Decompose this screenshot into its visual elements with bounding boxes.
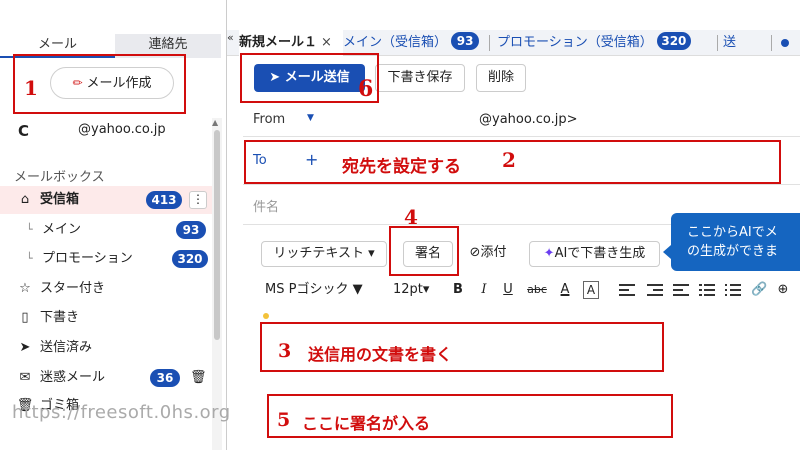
star-icon: ☆: [19, 281, 31, 296]
chevron-down-icon: ▾: [422, 282, 430, 297]
annotation-number-6: 6: [358, 76, 374, 102]
font-family-value: MS Pゴシック: [265, 282, 349, 297]
sidebar-item-inbox[interactable]: ⌂ 受信箱 413 ⋮: [0, 186, 212, 214]
more-options-icon[interactable]: ⋮: [189, 191, 207, 209]
inbox-icon: ⌂: [20, 192, 30, 207]
link-icon[interactable]: 🔗: [751, 280, 767, 300]
draft-icon: ▯: [21, 310, 29, 325]
tab-label: 新規メール１: [239, 35, 318, 50]
tab-label: メイン（受信箱）: [343, 35, 448, 50]
paperclip-icon: ⊘: [469, 245, 481, 260]
ai-draft-button[interactable]: ✦AIで下書き生成: [529, 241, 660, 267]
tab-indicator-dot: [781, 39, 789, 47]
font-size-value: 12pt: [393, 282, 423, 297]
divider: [243, 136, 800, 137]
watermark-url: https://freesoft.0hs.org: [12, 402, 231, 423]
strikethrough-button[interactable]: abc: [525, 280, 549, 300]
sidebar-item-label: 送信済み: [40, 340, 93, 355]
delete-button[interactable]: 削除: [476, 64, 526, 92]
unread-badge: 320: [172, 250, 208, 268]
tab-divider: [717, 35, 718, 51]
tooltip-line: の生成ができま: [687, 244, 779, 259]
tooltip-arrow: [663, 245, 671, 259]
close-icon[interactable]: ×: [321, 35, 332, 50]
spam-icon: ✉: [19, 370, 31, 385]
sparkle-icon: ✦: [543, 246, 555, 261]
annotation-box-4: [389, 226, 459, 276]
sidebar-item-sent[interactable]: ➤ 送信済み: [0, 334, 212, 362]
annotation-number-5: 5: [277, 409, 291, 431]
sidebar-item-label: 受信箱: [40, 192, 80, 207]
chevron-down-icon[interactable]: ▼: [307, 113, 314, 123]
from-address[interactable]: @yahoo.co.jp>: [479, 112, 577, 127]
from-label: From: [253, 112, 286, 127]
bold-button[interactable]: B: [451, 280, 465, 300]
tab-promotion-inbox[interactable]: プロモーション（受信箱） 320: [497, 30, 691, 56]
sidebar-item-main[interactable]: └ メイン 93: [0, 216, 212, 244]
unread-badge: 36: [150, 369, 180, 387]
sidebar-item-label: スター付き: [40, 281, 106, 296]
tooltip-line: ここからAIでメ: [687, 225, 778, 240]
more-format-icon[interactable]: ⊕: [775, 280, 791, 300]
sidebar-item-promotion[interactable]: └ プロモーション 320: [0, 245, 212, 273]
sidebar-item-label: メイン: [42, 222, 82, 237]
tab-divider: [489, 35, 490, 51]
account-address: @yahoo.co.jp: [78, 122, 166, 137]
indent-icon[interactable]: [647, 284, 663, 296]
divider: [243, 184, 800, 185]
underline-button[interactable]: U: [501, 280, 515, 300]
collapse-sidebar-icon[interactable]: «: [227, 27, 239, 49]
tab-label: プロモーション（受信箱）: [497, 35, 653, 50]
chevron-down-icon: ▾: [363, 246, 375, 261]
attach-button[interactable]: ⊘添付: [460, 241, 516, 267]
richtext-mode-dropdown[interactable]: リッチテキスト ▾: [261, 241, 387, 267]
chevron-down-icon: ▼: [348, 282, 363, 297]
sidebar-item-spam[interactable]: ✉ 迷惑メール 36 🗑: [0, 364, 212, 392]
sidebar-scrollbar-thumb[interactable]: [214, 130, 220, 340]
numbered-list-icon[interactable]: [725, 284, 741, 296]
subfolder-icon: └: [26, 252, 33, 265]
annotation-number-2: 2: [502, 148, 516, 172]
bullet-list-icon[interactable]: [699, 284, 715, 296]
annotation-box-1: [13, 54, 186, 114]
sidebar-item-drafts[interactable]: ▯ 下書き: [0, 304, 212, 332]
subfolder-icon: └: [26, 223, 33, 236]
scroll-up-icon[interactable]: ▲: [212, 118, 218, 127]
text-cursor-marker: [263, 313, 269, 319]
tab-sent[interactable]: 送: [723, 30, 736, 56]
italic-button[interactable]: I: [477, 280, 491, 300]
unread-badge: 93: [451, 32, 480, 50]
annotation-number-3: 3: [278, 340, 292, 362]
sidebar-item-label: 迷惑メール: [40, 370, 106, 385]
annotation-text-2: 宛先を設定する: [342, 157, 461, 177]
richtext-label: リッチテキスト: [273, 246, 364, 261]
font-family-dropdown[interactable]: MS Pゴシック ▼: [265, 280, 377, 300]
background-color-button[interactable]: A: [583, 281, 599, 299]
tab-divider: [771, 35, 772, 51]
font-size-dropdown[interactable]: 12pt▾: [393, 280, 435, 300]
save-draft-button[interactable]: 下書き保存: [375, 64, 465, 92]
attach-label: 添付: [480, 245, 507, 260]
send-icon: ➤: [19, 340, 31, 355]
sidebar-item-label: 下書き: [40, 310, 80, 325]
font-color-button[interactable]: A: [557, 280, 573, 300]
outdent-icon[interactable]: [673, 284, 689, 296]
align-left-icon[interactable]: [619, 284, 635, 296]
unread-badge: 320: [656, 32, 691, 50]
subject-input[interactable]: 件名: [253, 196, 279, 215]
annotation-text-3: 送信用の文書を書く: [308, 345, 453, 364]
ai-draft-label: AIで下書き生成: [554, 246, 646, 261]
ai-tooltip: ここからAIでメ の生成ができま: [671, 213, 800, 271]
annotation-text-5: ここに署名が入る: [302, 414, 431, 433]
sidebar-item-label: プロモーション: [42, 251, 133, 266]
unread-badge: 93: [176, 221, 206, 239]
mailbox-heading: メールボックス: [14, 170, 105, 185]
sidebar-item-starred[interactable]: ☆ スター付き: [0, 275, 212, 303]
empty-trash-icon[interactable]: 🗑: [190, 364, 207, 392]
annotation-number-1: 1: [24, 76, 38, 100]
unread-badge: 413: [146, 191, 182, 209]
refresh-icon[interactable]: C: [18, 122, 29, 140]
